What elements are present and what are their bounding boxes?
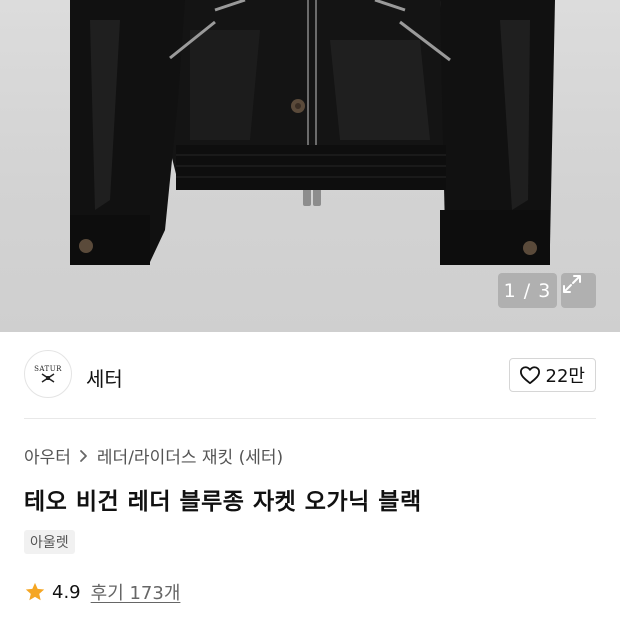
like-button[interactable]: 22만 — [508, 358, 596, 392]
expand-image-button[interactable] — [561, 273, 596, 308]
like-count: 22만 — [545, 366, 585, 387]
brand-logo[interactable]: SATUR — [24, 350, 72, 398]
review-count-link[interactable]: 후기 173개 — [91, 579, 181, 605]
outlet-badge: 아울렛 — [24, 530, 75, 554]
rating-row: 4.9 후기 173개 — [24, 579, 180, 605]
breadcrumb-subcategory[interactable]: 레더/라이더스 재킷 (세터) — [97, 443, 283, 468]
breadcrumb-category[interactable]: 아우터 — [24, 443, 71, 468]
heart-outline-icon — [519, 366, 540, 385]
brand-name[interactable]: 세터 — [86, 363, 123, 392]
divider — [24, 418, 596, 419]
breadcrumb: 아우터 레더/라이더스 재킷 (세터) — [24, 443, 283, 468]
brand-logo-text: SATUR — [34, 365, 62, 373]
expand-icon — [563, 275, 581, 293]
product-image-gallery[interactable]: 1 / 3 — [0, 0, 620, 332]
brand-row: SATUR 세터 22만 — [24, 350, 596, 400]
product-title: 테오 비건 레더 블루종 자켓 오가닉 블랙 — [24, 489, 422, 515]
brand-logo-mark-icon — [41, 373, 55, 383]
image-pager: 1 / 3 — [498, 273, 557, 308]
rating-score: 4.9 — [52, 581, 81, 603]
chevron-right-icon — [80, 449, 87, 462]
star-icon — [25, 582, 45, 601]
